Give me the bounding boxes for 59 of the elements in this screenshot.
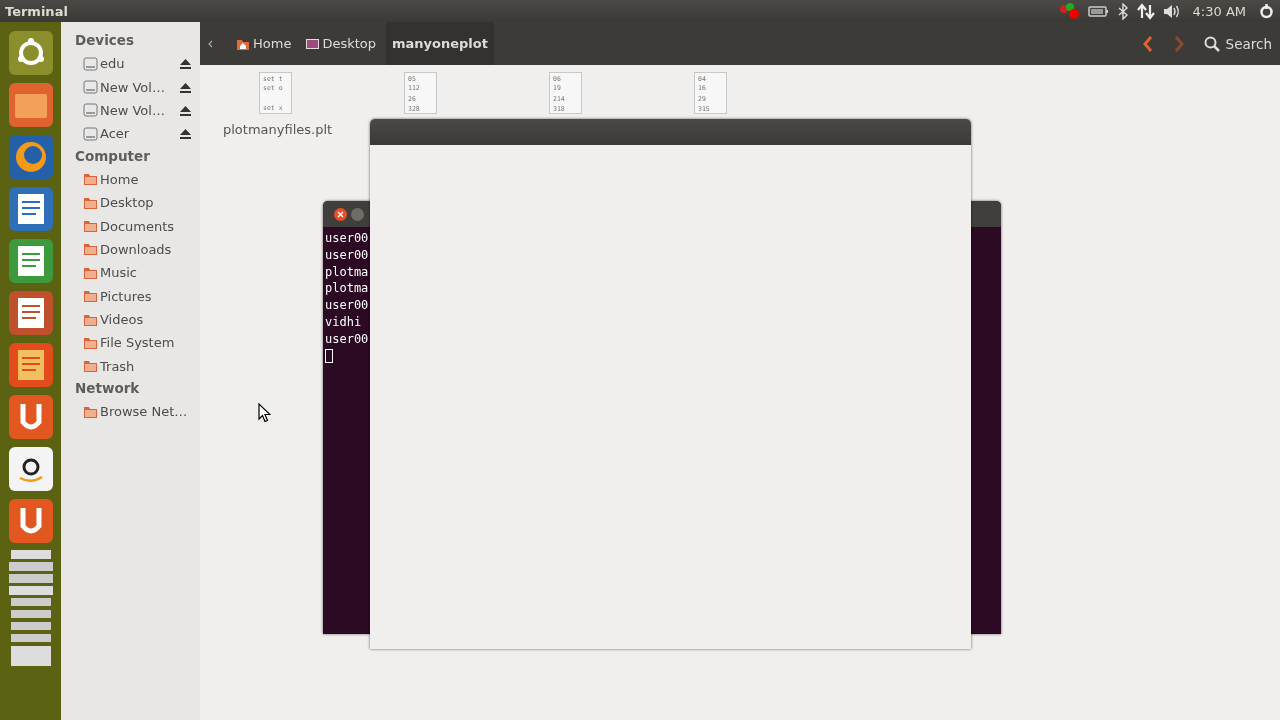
browser-icon [7, 134, 54, 180]
terminal-line: plotma [325, 263, 370, 281]
window-title: Terminal [5, 3, 68, 19]
close-icon [336, 209, 345, 219]
search-icon [1203, 35, 1220, 52]
volume-icon [1162, 2, 1181, 20]
terminal-line: user00 [325, 230, 370, 247]
sidebar-item[interactable]: Pictures [100, 288, 200, 304]
folder-icon [7, 82, 54, 128]
presentation-icon [7, 290, 54, 336]
section-heading: Network [75, 380, 141, 397]
sidebar-item[interactable]: Acer [100, 126, 179, 142]
drive-icon [83, 102, 98, 119]
drive-icon [83, 55, 98, 72]
sidebar-item[interactable]: Videos [100, 312, 200, 328]
text-cursor [325, 348, 333, 363]
sidebar-item[interactable]: Trash [100, 358, 200, 374]
section-heading: Computer [75, 147, 151, 164]
folder-icon [83, 241, 98, 258]
sidebar-item[interactable]: Downloads [100, 241, 200, 257]
sidebar-item[interactable]: edu [100, 56, 179, 72]
terminal-line: user00 [325, 330, 370, 348]
dash-icon [7, 30, 54, 76]
bluetooth-icon [1116, 2, 1129, 20]
drive-icon [83, 125, 98, 142]
breadcrumb-button[interactable]: Desktop [301, 22, 386, 65]
terminal-line: vidhi [325, 314, 363, 331]
terminal-line: plotma [325, 280, 370, 298]
close-button[interactable] [334, 207, 347, 221]
clock[interactable]: 4:30 AM [1192, 3, 1246, 19]
power-icon [1258, 2, 1275, 20]
file-name[interactable]: plotmanyfiles.plt [223, 122, 333, 137]
recording-indicator-icon [1057, 2, 1080, 20]
sidebar-item[interactable]: Music [100, 265, 200, 281]
network-icon [1136, 2, 1155, 20]
folder-icon [83, 218, 98, 235]
spreadsheet-icon [7, 238, 54, 284]
breadcrumb-button[interactable]: manyoneplot [386, 22, 494, 65]
breadcrumb-button[interactable]: Home [232, 22, 302, 65]
sidebar-item[interactable]: New Vol… [100, 79, 179, 95]
folder-icon [83, 171, 98, 188]
section-heading: Devices [75, 32, 135, 48]
search-button[interactable]: Search [1203, 35, 1280, 52]
sidebar-item[interactable]: Documents [100, 218, 200, 234]
terminal-line: user00 [325, 246, 370, 264]
folder-icon [83, 335, 98, 351]
sidebar-item[interactable]: File System [100, 335, 200, 351]
drive-icon [83, 79, 98, 96]
mouse-pointer-icon [258, 403, 271, 423]
sidebar-item[interactable]: Home [100, 171, 200, 187]
sidebar-item[interactable]: Browse Net… [100, 404, 200, 420]
sidebar-item[interactable]: New Vol… [100, 102, 179, 118]
document-icon [7, 186, 54, 232]
scroll-left-icon [208, 39, 214, 48]
folder-icon [83, 288, 98, 305]
terminal-line: user00 [325, 297, 370, 314]
shopping-bag-icon [7, 342, 54, 388]
folder-icon [83, 358, 98, 375]
sidebar-item[interactable]: Desktop [100, 195, 200, 211]
